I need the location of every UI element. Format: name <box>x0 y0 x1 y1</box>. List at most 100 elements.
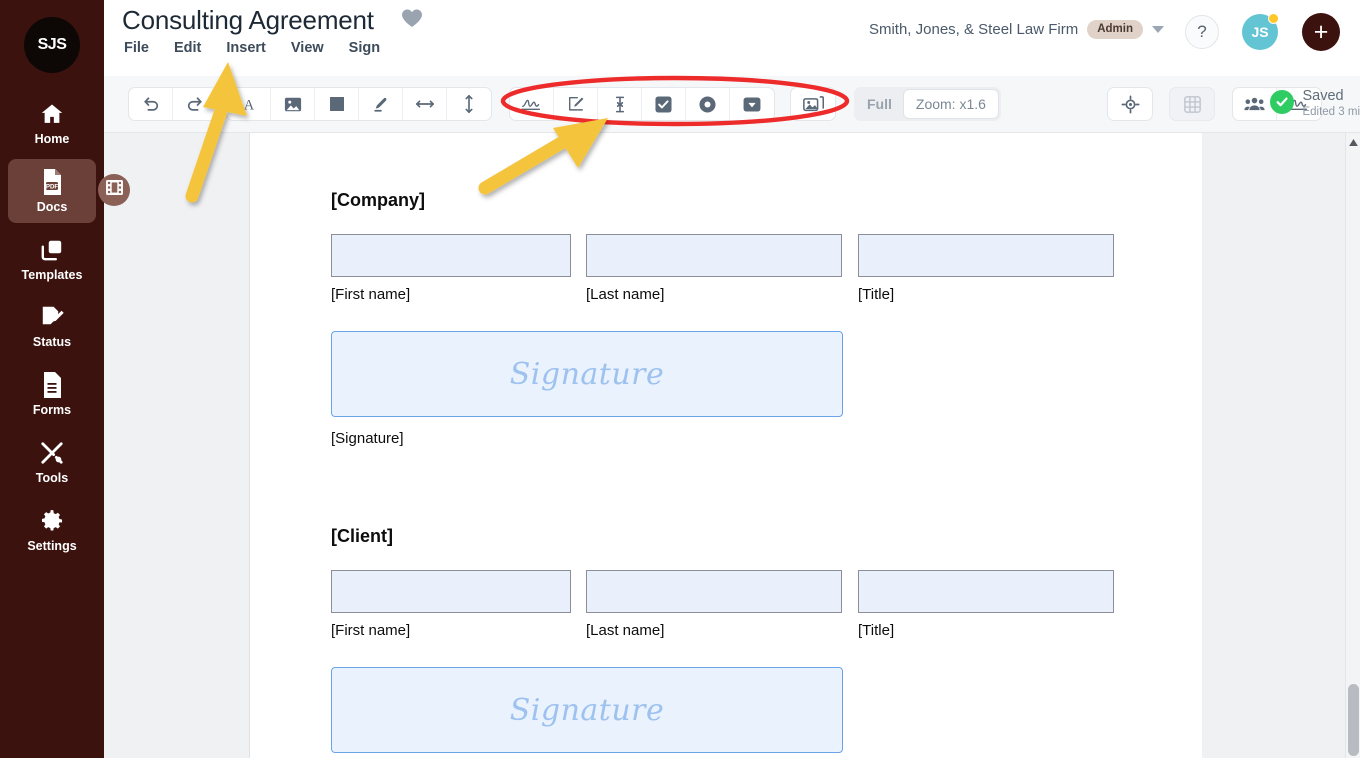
sidebar-item-status[interactable]: Status <box>8 294 96 358</box>
sidebar-item-label: Status <box>32 335 72 350</box>
signature-placeholder: Signature <box>509 692 665 728</box>
add-button[interactable]: + <box>1302 13 1340 51</box>
last-edited-label: Edited 3 mi <box>1302 105 1360 118</box>
toolbar-group-history <box>128 87 218 121</box>
zoom-controls: Full Zoom: x1.6 <box>854 87 1001 121</box>
field-client-title[interactable] <box>858 570 1114 613</box>
thumbnails-panel-toggle[interactable] <box>98 174 130 206</box>
arrow-horizontal-icon[interactable] <box>403 88 447 120</box>
thumbnails-icon <box>105 180 123 200</box>
avatar-initials: JS <box>1251 24 1269 40</box>
section-heading-client: [Client] <box>331 526 393 546</box>
field-client-first-name[interactable] <box>331 570 571 613</box>
arrow-vertical-icon[interactable] <box>447 88 491 120</box>
svg-text:A: A <box>243 97 254 113</box>
toolbar-group-fields <box>509 87 775 121</box>
forms-icon <box>38 371 66 399</box>
toolbar-group-grid <box>1169 87 1215 121</box>
page-title: Consulting Agreement <box>122 5 374 35</box>
save-state-label: Saved <box>1302 88 1344 104</box>
grid-icon[interactable] <box>1170 88 1214 120</box>
menu-sign[interactable]: Sign <box>349 40 380 56</box>
editor-toolbar: A Full Zoom: x1.6 Saved Edited 3 mi <box>104 76 1360 133</box>
sidebar-item-tools[interactable]: Tools <box>8 430 96 494</box>
undo-icon[interactable] <box>129 88 173 120</box>
role-badge: Admin <box>1087 20 1143 39</box>
field-label-company-last-name: [Last name] <box>586 286 665 303</box>
sidebar-item-label: Forms <box>32 403 72 417</box>
sidebar-item-docs[interactable]: PDF Docs <box>8 158 96 223</box>
heart-icon[interactable] <box>401 8 423 33</box>
checkbox-field-icon[interactable] <box>642 88 686 120</box>
image-field-icon[interactable] <box>791 88 835 120</box>
save-status: Saved Edited 3 mi <box>1270 88 1360 120</box>
menu-insert[interactable]: Insert <box>226 40 266 56</box>
status-sign-icon <box>38 303 66 331</box>
vertical-scrollbar[interactable] <box>1345 133 1360 758</box>
field-company-last-name[interactable] <box>586 234 842 277</box>
field-label-company-title: [Title] <box>858 286 895 303</box>
field-client-last-name[interactable] <box>586 570 842 613</box>
target-icon[interactable] <box>1108 88 1152 120</box>
signature-field-icon[interactable] <box>510 88 554 120</box>
zoom-full-button[interactable]: Full <box>856 89 903 119</box>
menu-edit[interactable]: Edit <box>174 40 201 56</box>
field-client-signature[interactable]: Signature <box>331 667 843 753</box>
sidebar-item-forms[interactable]: Forms <box>8 362 96 426</box>
document-canvas[interactable]: [Company] [First name] [Last name] [Titl… <box>250 133 1345 758</box>
field-label-client-title: [Title] <box>858 622 895 639</box>
help-icon: ? <box>1197 22 1207 41</box>
field-label-client-first-name: [First name] <box>331 622 411 639</box>
toolbar-group-insert: A <box>226 87 492 121</box>
chevron-down-icon[interactable] <box>1152 26 1164 33</box>
app-logo[interactable]: SJS <box>24 17 80 73</box>
organization-selector[interactable]: Smith, Jones, & Steel Law Firm Admin <box>869 20 1164 39</box>
gear-icon <box>38 507 66 535</box>
scroll-up-icon[interactable] <box>1346 135 1360 150</box>
initials-field-icon[interactable] <box>554 88 598 120</box>
highlighter-icon[interactable] <box>359 88 403 120</box>
home-icon <box>38 100 66 128</box>
sidebar-item-settings[interactable]: Settings <box>8 498 96 562</box>
templates-icon <box>38 236 66 264</box>
toolbar-group-fit <box>1107 87 1153 121</box>
sidebar-item-label: Tools <box>35 470 69 485</box>
sidebar-item-label: Docs <box>36 199 68 214</box>
sidebar-item-label: Home <box>34 132 70 146</box>
avatar[interactable]: JS <box>1242 13 1279 50</box>
field-label-company-first-name: [First name] <box>331 286 411 303</box>
sidebar-item-label: Settings <box>27 538 77 553</box>
scrollbar-thumb[interactable] <box>1348 684 1359 756</box>
field-company-signature[interactable]: Signature <box>331 331 843 417</box>
image-icon[interactable] <box>271 88 315 120</box>
zoom-level-input[interactable]: Zoom: x1.6 <box>902 89 999 119</box>
text-field-icon[interactable] <box>598 88 642 120</box>
redo-icon[interactable] <box>173 88 217 120</box>
document-page: [Company] [First name] [Last name] [Titl… <box>250 133 1202 758</box>
menu-view[interactable]: View <box>291 40 324 56</box>
left-sidebar: SJS Home PDF Docs Templates Status Forms… <box>0 0 104 758</box>
thumbnails-panel <box>104 133 250 758</box>
pdf-doc-icon: PDF <box>38 168 66 196</box>
field-label-client-last-name: [Last name] <box>586 622 665 639</box>
help-button[interactable]: ? <box>1185 15 1219 49</box>
tools-icon <box>38 439 66 467</box>
sidebar-item-templates[interactable]: Templates <box>8 227 96 291</box>
top-header: Consulting Agreement File Edit Insert Vi… <box>104 0 1360 76</box>
toolbar-group-media <box>790 87 836 121</box>
organization-name: Smith, Jones, & Steel Law Firm <box>868 21 1079 38</box>
signature-placeholder: Signature <box>509 356 665 392</box>
field-company-title[interactable] <box>858 234 1114 277</box>
sidebar-item-label: Templates <box>21 267 83 282</box>
sidebar-item-home[interactable]: Home <box>8 91 96 155</box>
svg-text:PDF: PDF <box>46 183 59 190</box>
radio-field-icon[interactable] <box>686 88 730 120</box>
field-company-first-name[interactable] <box>331 234 571 277</box>
notification-dot <box>1268 13 1279 24</box>
menu-file[interactable]: File <box>124 40 149 56</box>
check-circle-icon <box>1270 90 1295 114</box>
shape-square-icon[interactable] <box>315 88 359 120</box>
section-heading-company: [Company] <box>331 190 425 210</box>
dropdown-field-icon[interactable] <box>730 88 774 120</box>
text-icon[interactable]: A <box>227 88 271 120</box>
